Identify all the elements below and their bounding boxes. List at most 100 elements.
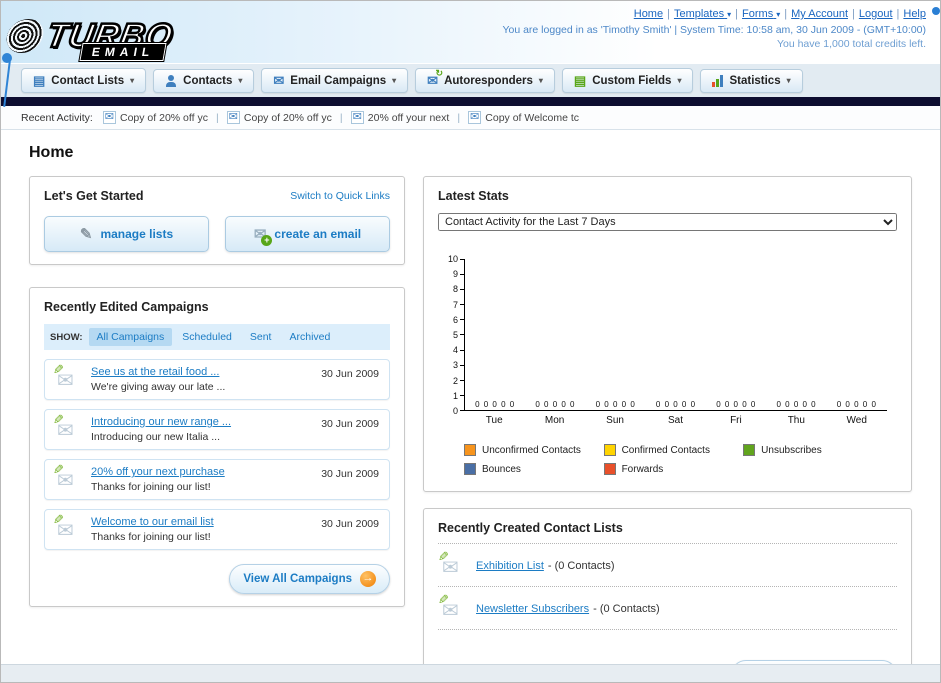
campaign-list-item[interactable]: ✉ ✎ 20% off your next purchase Thanks for… [44,459,390,500]
campaign-subtitle: Thanks for joining our list! [91,481,211,493]
top-links: Home | Templates ▾ | Forms ▾ | My Account | Logo… [633,8,926,20]
campaign-date: 30 Jun 2009 [321,368,379,380]
stats-title: Latest Stats [438,189,509,203]
email-campaigns-icon: ✉ [273,73,285,88]
login-info: You are logged in as 'Timothy Smith' | S… [502,24,926,36]
chevron-down-icon: ▾ [392,76,397,85]
top-bar: TURBO EMAIL Home | Templates ▾ | Forms ▾ | My … [1,1,940,63]
campaign-title-link[interactable]: Welcome to our email list [91,516,311,528]
manage-lists-button[interactable]: ✎ manage lists [44,216,209,252]
campaign-title-link[interactable]: Introducing our new range ... [91,416,311,428]
legend-item: Bounces [464,463,604,475]
nav-tab-email-campaigns[interactable]: ✉ Email Campaigns ▾ [261,68,409,93]
campaign-edit-icon: ✉ ✎ [53,362,74,392]
top-link-templates[interactable]: Templates ▾ [674,8,731,20]
nav-tab-autoresponders[interactable]: ✉ ↻ Autoresponders ▾ [415,68,555,93]
contact-list-link[interactable]: Exhibition List [476,560,544,572]
recent-activity-item[interactable]: ✉ 20% off your next [350,111,449,124]
recent-campaigns-panel: Recently Edited Campaigns SHOW: All Camp… [29,287,405,607]
chart-legend: Unconfirmed Contacts Confirmed Contacts … [464,444,887,475]
nav-tab-statistics[interactable]: Statistics ▾ [700,68,803,93]
contact-activity-chart: 10 9 8 7 6 5 4 3 2 1 0 0 0 0 0 0 0 0 0 0… [440,254,887,475]
main-content: Home Let's Get Started Switch to Quick L… [1,130,940,682]
credits-info: You have 1,000 total credits left. [776,38,926,50]
campaign-subtitle: Introducing our new Italia ... [91,431,220,443]
list-edit-icon: ✉ ✎ [438,549,459,579]
chart-y-axis: 10 9 8 7 6 5 4 3 2 1 0 [440,254,464,416]
envelope-icon: ✉ [226,111,240,124]
recent-activity-bar: Recent Activity: ✉ Copy of 20% off yc | ✉ C… [1,106,940,130]
create-email-button[interactable]: ✉ + create an email [225,216,390,252]
campaign-list-item[interactable]: ✉ ✎ Welcome to our email list Thanks for … [44,509,390,550]
top-link-logout[interactable]: Logout [859,8,893,20]
chart-x-axis: Tue Mon Sun Sat Fri Thu Wed [485,415,867,426]
legend-item: Forwards [603,463,744,475]
envelope-icon: ✉ [102,111,116,124]
tab-sent[interactable]: Sent [242,328,280,346]
nav-divider-bar [1,97,940,106]
app-window: TURBO EMAIL Home | Templates ▾ | Forms ▾ | My … [0,0,941,683]
chevron-down-icon: ▾ [130,76,135,85]
get-started-panel: Let's Get Started Switch to Quick Links … [29,176,405,265]
switch-quick-links-link[interactable]: Switch to Quick Links [290,190,390,202]
chevron-down-icon: ▾ [727,10,732,19]
tab-all-campaigns[interactable]: All Campaigns [88,328,173,346]
campaign-title-link[interactable]: See us at the retail food ... [91,366,311,378]
view-all-campaigns-button[interactable]: View All Campaigns → [229,564,390,594]
legend-swatch [603,444,616,456]
tab-scheduled[interactable]: Scheduled [174,328,240,346]
top-link-home[interactable]: Home [634,8,663,20]
contact-list-link[interactable]: Newsletter Subscribers [476,603,589,615]
envelope-plus-icon: ✉ + [254,225,273,246]
campaign-edit-icon: ✉ ✎ [53,512,74,542]
recent-activity-label: Recent Activity: [21,111,93,124]
campaign-edit-icon: ✉ ✎ [53,412,74,442]
contact-list-count: - (0 Contacts) [547,560,615,572]
top-right-area: Home | Templates ▾ | Forms ▾ | My Account | Logo… [502,5,926,63]
decoration-dot [932,7,940,15]
nav-tab-custom-fields[interactable]: ▤ Custom Fields ▾ [561,68,694,93]
legend-item: Unconfirmed Contacts [464,444,604,456]
campaign-subtitle: We're giving away our late ... [91,381,226,393]
list-edit-icon: ✉ ✎ [438,592,459,622]
chart-plot-area: 0 0 0 0 0 0 0 0 0 0 0 0 0 0 0 0 0 0 0 0 … [464,259,887,411]
chevron-down-icon: ▾ [538,76,543,85]
campaign-date: 30 Jun 2009 [321,518,379,530]
recent-activity-item[interactable]: ✉ Copy of Welcome tc [468,111,579,124]
contact-lists-title: Recently Created Contact Lists [438,521,897,544]
get-started-title: Let's Get Started [44,189,144,203]
recent-activity-item[interactable]: ✉ Copy of 20% off yc [102,111,208,124]
main-nav: ▤ Contact Lists ▾ Contacts ▾ ✉ Email Cam… [1,63,940,97]
tab-archived[interactable]: Archived [281,328,338,346]
recent-contact-lists-panel: Recently Created Contact Lists ✉ ✎ Exhibi… [423,508,912,682]
campaigns-filter-tabs: SHOW: All Campaigns Scheduled Sent Archi… [44,324,390,350]
chevron-down-icon: ▾ [238,76,243,85]
top-link-help[interactable]: Help [903,8,926,20]
contact-list-item[interactable]: ✉ ✎ Exhibition List - (0 Contacts) [438,544,897,587]
page-title: Home [29,144,74,161]
top-link-forms[interactable]: Forms ▾ [742,8,780,20]
campaign-list-item[interactable]: ✉ ✎ See us at the retail food ... We're g… [44,359,390,400]
stats-period-select[interactable]: Contact Activity for the Last 7 Days [438,213,897,231]
right-column: Latest Stats Contact Activity for the La… [423,176,912,682]
campaign-title-link[interactable]: 20% off your next purchase [91,466,311,478]
recent-activity-item[interactable]: ✉ Copy of 20% off yc [226,111,332,124]
chevron-down-icon: ▾ [786,76,791,85]
contacts-icon [165,74,177,87]
pencil-icon: ✎ [79,226,93,243]
nav-tab-contacts[interactable]: Contacts ▾ [153,68,255,93]
top-link-my-account[interactable]: My Account [791,8,848,20]
custom-fields-icon: ▤ [573,73,587,88]
logo-subtitle: EMAIL [78,42,168,62]
latest-stats-panel: Latest Stats Contact Activity for the La… [423,176,912,492]
chevron-down-icon: ▾ [677,76,682,85]
campaign-subtitle: Thanks for joining our list! [91,531,211,543]
nav-tab-contact-lists[interactable]: ▤ Contact Lists ▾ [21,68,147,93]
footer-bar [1,664,940,682]
campaign-list-item[interactable]: ✉ ✎ Introducing our new range ... Introdu… [44,409,390,450]
left-column: Let's Get Started Switch to Quick Links … [29,176,405,607]
logo-swoosh-icon [3,19,47,53]
contact-lists-icon: ▤ [33,73,46,88]
contact-list-item[interactable]: ✉ ✎ Newsletter Subscribers - (0 Contacts) [438,587,897,630]
envelope-icon: ✉ [350,111,364,124]
